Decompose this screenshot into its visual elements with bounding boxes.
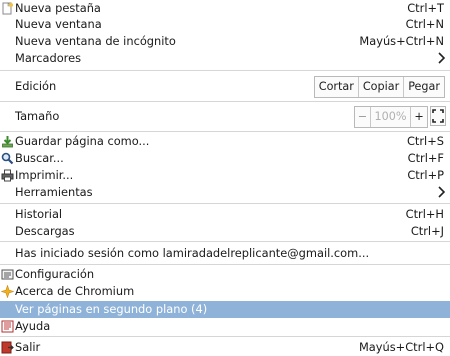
menu-item-history[interactable]: Historial Ctrl+H xyxy=(0,206,450,223)
menu-item-settings[interactable]: Configuración xyxy=(0,266,450,283)
save-page-label: Guardar página como... xyxy=(15,134,150,148)
new-tab-shortcut: Ctrl+T xyxy=(407,1,444,15)
menu-item-new-tab[interactable]: Nueva pestaña Ctrl+T xyxy=(0,0,450,17)
background-pages-label: Ver páginas en segundo plano (4) xyxy=(15,302,208,316)
fullscreen-icon xyxy=(432,109,444,123)
new-window-label: Nueva ventana xyxy=(15,17,102,31)
signed-in-label: Has iniciado sesión como lamiradadelrepl… xyxy=(15,246,370,260)
zoom-in-button[interactable]: + xyxy=(411,107,427,127)
edit-label: Edición xyxy=(15,79,57,93)
menu-item-signed-in[interactable]: Has iniciado sesión como lamiradadelrepl… xyxy=(0,245,450,262)
history-shortcut: Ctrl+H xyxy=(405,207,444,221)
separator xyxy=(0,241,450,242)
menu-item-save-page[interactable]: Guardar página como... Ctrl+S xyxy=(0,133,450,150)
menu-item-bookmarks[interactable]: Marcadores xyxy=(0,50,450,67)
history-label: Historial xyxy=(15,207,63,221)
new-tab-icon xyxy=(2,2,13,15)
save-page-shortcut: Ctrl+S xyxy=(406,134,444,148)
help-label: Ayuda xyxy=(15,319,51,333)
menu-item-new-window[interactable]: Nueva ventana Ctrl+N xyxy=(0,16,450,33)
chevron-right-icon xyxy=(438,52,445,64)
chromium-wrench-menu: Nueva pestaña Ctrl+T Nueva ventana Ctrl+… xyxy=(0,0,450,356)
separator xyxy=(0,70,450,71)
edit-button-group: Cortar Copiar Pegar xyxy=(313,76,445,98)
printer-icon xyxy=(1,169,14,182)
menu-item-help[interactable]: Ayuda xyxy=(0,318,450,335)
new-window-shortcut: Ctrl+N xyxy=(405,17,444,31)
exit-shortcut: Mayús+Ctrl+Q xyxy=(358,340,444,354)
separator xyxy=(0,336,450,337)
downloads-label: Descargas xyxy=(15,224,75,238)
settings-icon xyxy=(1,269,14,280)
save-page-icon xyxy=(2,136,13,148)
print-shortcut: Ctrl+P xyxy=(407,168,444,182)
zoom-level-value: 100% xyxy=(371,107,411,127)
search-icon xyxy=(1,152,14,165)
zoom-control-group: − 100% + xyxy=(354,106,428,128)
print-label: Imprimir... xyxy=(15,168,74,182)
cut-button[interactable]: Cortar xyxy=(315,77,359,97)
zoom-label: Tamaño xyxy=(15,109,60,123)
menu-item-find[interactable]: Buscar... Ctrl+F xyxy=(0,150,450,167)
separator xyxy=(0,203,450,204)
zoom-out-button[interactable]: − xyxy=(355,107,371,127)
new-tab-label: Nueva pestaña xyxy=(15,1,101,15)
downloads-shortcut: Ctrl+J xyxy=(410,224,444,238)
menu-item-background-pages[interactable]: Ver páginas en segundo plano (4) xyxy=(0,301,450,318)
separator xyxy=(0,264,450,265)
copy-button[interactable]: Copiar xyxy=(359,77,405,97)
incognito-shortcut: Mayús+Ctrl+N xyxy=(359,34,444,48)
tools-label: Herramientas xyxy=(15,185,93,199)
menu-item-downloads[interactable]: Descargas Ctrl+J xyxy=(0,223,450,240)
paste-button[interactable]: Pegar xyxy=(404,77,444,97)
fullscreen-button[interactable] xyxy=(430,106,446,126)
menu-item-tools[interactable]: Herramientas xyxy=(0,184,450,201)
menu-item-print[interactable]: Imprimir... Ctrl+P xyxy=(0,167,450,184)
find-label: Buscar... xyxy=(15,151,64,165)
chevron-right-icon xyxy=(438,186,445,198)
incognito-label: Nueva ventana de incógnito xyxy=(15,34,176,48)
help-icon xyxy=(1,320,14,333)
exit-label: Salir xyxy=(15,340,41,354)
bookmarks-label: Marcadores xyxy=(15,51,82,65)
exit-icon xyxy=(1,341,14,354)
menu-item-incognito[interactable]: Nueva ventana de incógnito Mayús+Ctrl+N xyxy=(0,33,450,50)
about-label: Acerca de Chromium xyxy=(15,284,135,298)
settings-label: Configuración xyxy=(15,267,95,281)
separator xyxy=(0,101,450,102)
separator xyxy=(0,131,450,132)
find-shortcut: Ctrl+F xyxy=(407,151,444,165)
menu-item-exit[interactable]: Salir Mayús+Ctrl+Q xyxy=(0,339,450,356)
star-icon xyxy=(1,285,14,298)
menu-item-about[interactable]: Acerca de Chromium xyxy=(0,283,450,300)
